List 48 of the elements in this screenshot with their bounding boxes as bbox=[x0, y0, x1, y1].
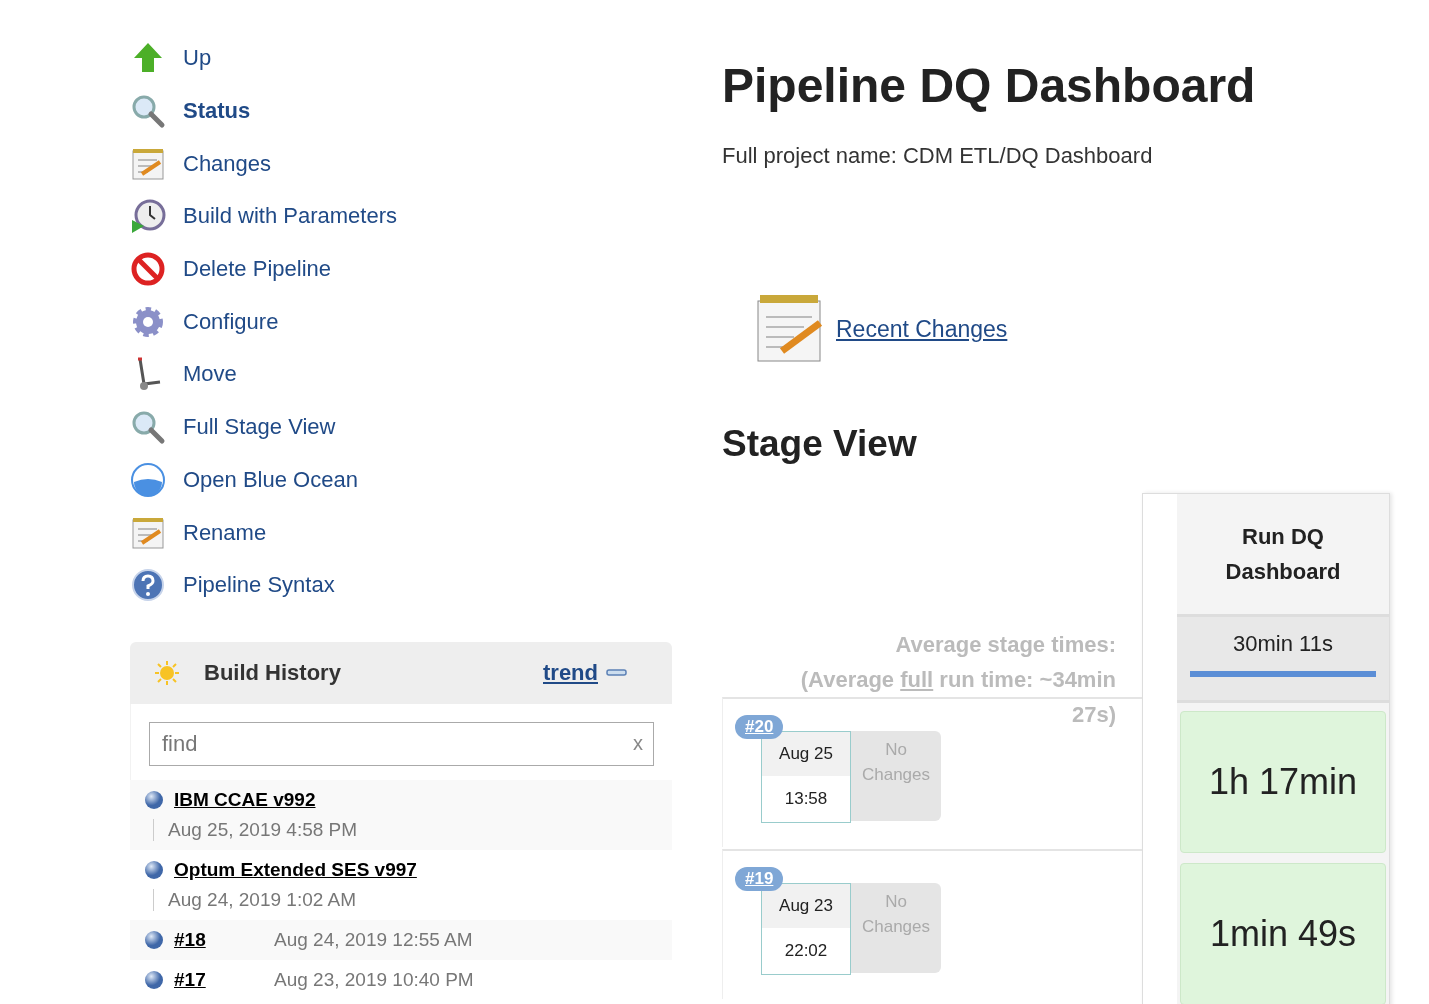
build-date: Aug 24, 2019 12:55 AM bbox=[274, 928, 473, 951]
sidebar-link[interactable]: Configure bbox=[183, 308, 279, 335]
changes-label: No Changes bbox=[851, 883, 941, 973]
build-link[interactable]: IBM CCAE v992 bbox=[174, 788, 316, 811]
average-stage-label: Average stage times: bbox=[895, 632, 1116, 657]
average-run-time: (Average full run time: ~34min 27s) bbox=[800, 667, 1116, 727]
search-icon bbox=[130, 409, 166, 446]
search-field[interactable]: find x bbox=[149, 721, 654, 766]
sidebar-link[interactable]: Changes bbox=[183, 150, 272, 177]
changes-label: No Changes bbox=[851, 731, 941, 821]
sidebar-link[interactable]: Delete Pipeline bbox=[183, 256, 331, 283]
sidebar-link[interactable]: Build with Parameters bbox=[183, 203, 397, 230]
build-date: Aug 24, 2019 1:02 AM bbox=[168, 888, 357, 911]
recent-changes-link[interactable]: Recent Changes bbox=[836, 315, 1008, 343]
run-date-card: Aug 25 13:58 bbox=[761, 731, 851, 823]
collapse-icon[interactable] bbox=[606, 667, 628, 678]
sidebar-link[interactable]: Rename bbox=[183, 519, 267, 546]
sidebar-link[interactable]: Up bbox=[183, 45, 212, 72]
stage-duration-cell[interactable]: 1min 49s bbox=[1180, 863, 1386, 1004]
sun-icon bbox=[154, 659, 180, 686]
full-project-name: Full project name: CDM ETL/DQ Dashboard bbox=[722, 143, 1154, 169]
prohibited-icon bbox=[130, 251, 166, 288]
clear-button[interactable]: x bbox=[633, 732, 643, 756]
build-status-ball-icon bbox=[144, 929, 164, 950]
search-icon bbox=[130, 93, 166, 130]
build-status-ball-icon bbox=[144, 969, 164, 990]
ocean-circle-icon bbox=[130, 461, 166, 498]
build-date: Aug 23, 2019 10:40 PM bbox=[274, 968, 474, 991]
stage-view-title: Stage View bbox=[722, 423, 918, 465]
build-status-ball-icon bbox=[144, 789, 164, 810]
clock-play-icon bbox=[130, 198, 166, 235]
run-date-card: Aug 23 22:02 bbox=[761, 883, 851, 975]
sidebar-link[interactable]: Open Blue Ocean bbox=[183, 466, 358, 493]
build-link[interactable]: Optum Extended SES v997 bbox=[174, 858, 417, 881]
stage-duration-cell[interactable]: 1h 17min bbox=[1180, 711, 1386, 853]
sidebar-link[interactable]: Status bbox=[183, 98, 251, 125]
stage-average-time: 30min 11s bbox=[1233, 631, 1333, 657]
sidebar-link[interactable]: Pipeline Syntax bbox=[183, 572, 335, 599]
build-date: Aug 25, 2019 4:58 PM bbox=[168, 818, 358, 841]
build-link[interactable]: #17 bbox=[174, 968, 264, 991]
build-link[interactable]: #18 bbox=[174, 928, 264, 951]
sidebar-link[interactable]: Full Stage View bbox=[183, 414, 336, 441]
sidebar-link[interactable]: Move bbox=[183, 361, 237, 388]
trend-link[interactable]: trend bbox=[543, 659, 598, 686]
page-title: Pipeline DQ Dashboard bbox=[722, 58, 1257, 113]
help-icon bbox=[130, 567, 166, 604]
build-history-title: Build History bbox=[204, 659, 342, 686]
build-status-ball-icon bbox=[144, 859, 164, 880]
